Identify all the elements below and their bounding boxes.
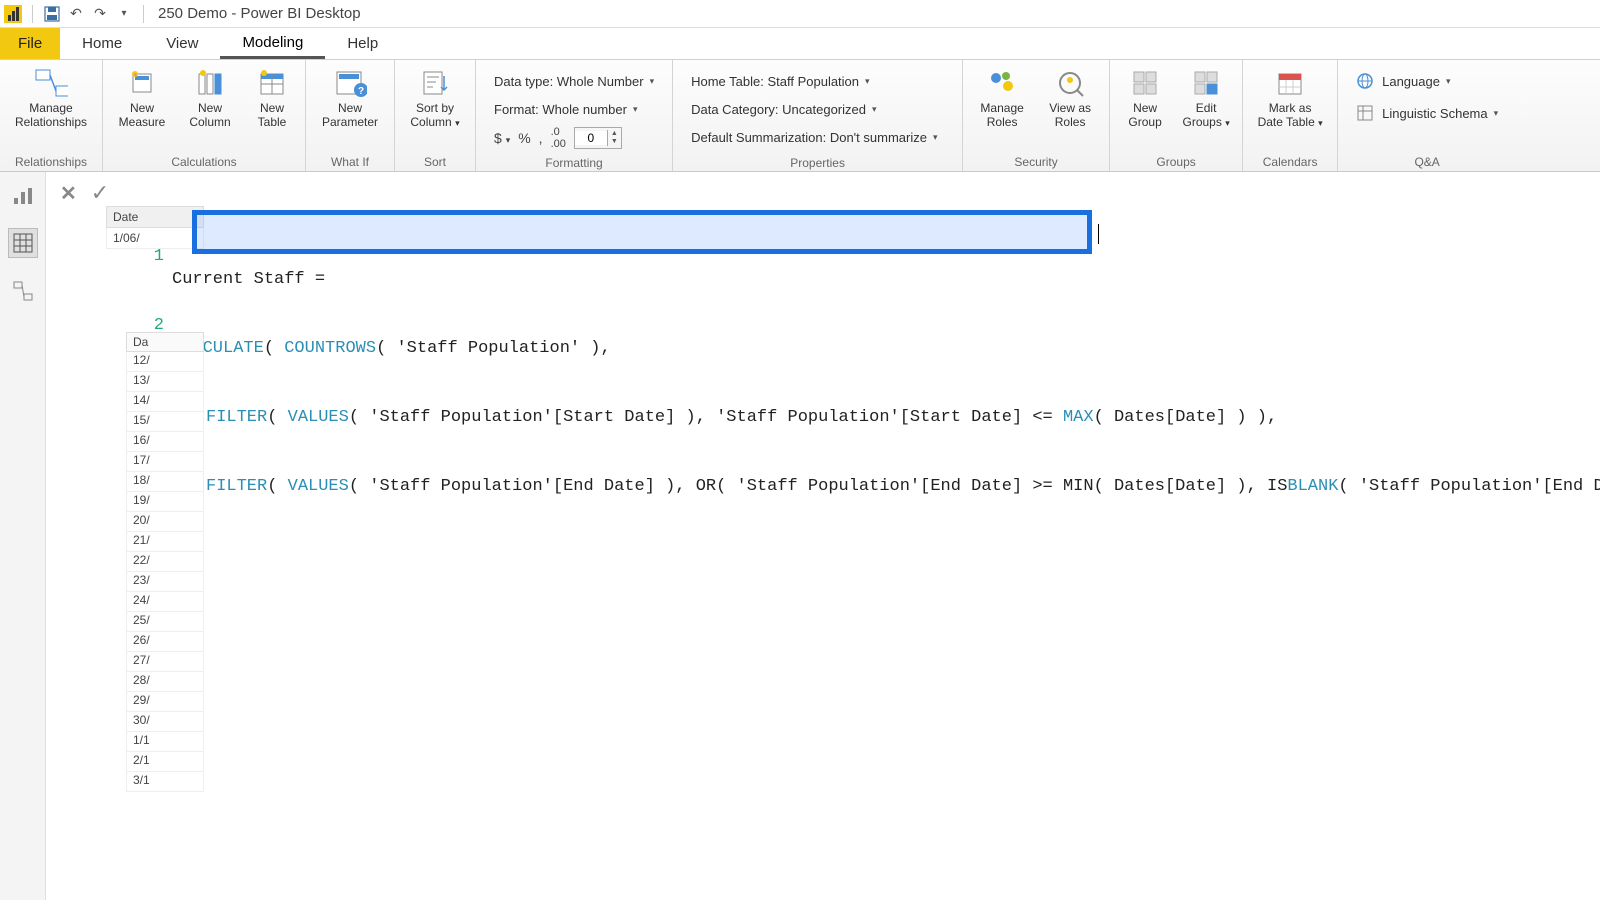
summarization-dropdown[interactable]: Default Summarization: Don't summarize▾ [691,124,944,150]
redo-icon[interactable]: ↷ [91,5,109,23]
table-row[interactable]: 1/1 [126,732,204,752]
new-group-button[interactable]: New Group [1118,64,1172,132]
calendars-group: Mark as Date Table ▾ Calendars [1243,60,1338,171]
manage-roles-button[interactable]: Manage Roles [971,64,1033,132]
new-parameter-button[interactable]: ? New Parameter [314,64,386,132]
decimal-places-stepper[interactable]: ▲▼ [574,127,622,149]
sort-by-column-button[interactable]: Sort by Column ▾ [403,64,467,132]
cancel-formula-icon[interactable]: ✕ [60,181,77,206]
view-switcher [0,172,46,900]
table-row[interactable]: 27/ [126,652,204,672]
home-tab[interactable]: Home [60,28,144,59]
table-row[interactable]: 22/ [126,552,204,572]
view-as-roles-button[interactable]: View as Roles [1039,64,1101,132]
table-row[interactable]: 30/ [126,712,204,732]
svg-text:✦: ✦ [133,72,138,79]
data-type-dropdown[interactable]: Data type: Whole Number▾ [494,68,654,94]
qat-dropdown-icon[interactable]: ▾ [115,5,133,23]
formatting-group: Data type: Whole Number▾ Format: Whole n… [476,60,673,171]
qa-group: Language▾ Linguistic Schema▾ Q&A [1338,60,1516,171]
menu-bar: File Home View Modeling Help [0,28,1600,60]
mark-date-table-button[interactable]: Mark as Date Table ▾ [1251,64,1329,132]
save-icon[interactable] [43,5,61,23]
table-row[interactable]: 18/ [126,472,204,492]
comma-format-button[interactable]: , [539,130,543,146]
dax-editor[interactable]: 1 Current Staff = 2 CALCULATE( COUNTROWS… [146,176,1590,590]
modeling-tab[interactable]: Modeling [220,28,325,59]
table-row[interactable]: 16/ [126,432,204,452]
security-group: Manage Roles View as Roles Security [963,60,1110,171]
edit-groups-button[interactable]: Edit Groups ▾ [1178,64,1234,132]
properties-group: Home Table: Staff Population▾ Data Categ… [673,60,963,171]
window-title: 250 Demo - Power BI Desktop [158,5,361,22]
app-icon [4,5,22,23]
calculations-group: ✦ New Measure New Column New Table Calcu… [103,60,306,171]
percent-format-button[interactable]: % [518,130,530,146]
table-row[interactable]: 20/ [126,512,204,532]
table-row[interactable]: 28/ [126,672,204,692]
table-row[interactable]: 12/ [126,352,204,372]
format-dropdown[interactable]: Format: Whole number▾ [494,96,654,122]
table-row[interactable]: 25/ [126,612,204,632]
data-view-icon[interactable] [8,228,38,258]
sort-group: Sort by Column ▾ Sort [395,60,476,171]
home-table-dropdown[interactable]: Home Table: Staff Population▾ [691,68,944,94]
help-tab[interactable]: Help [325,28,400,59]
text-cursor [1098,224,1099,244]
manage-relationships-button[interactable]: Manage Relationships [8,64,94,132]
title-bar: ↶ ↷ ▾ 250 Demo - Power BI Desktop [0,0,1600,28]
language-dropdown[interactable]: Language▾ [1356,68,1498,94]
table-row[interactable]: 21/ [126,532,204,552]
table-row[interactable]: 13/ [126,372,204,392]
table-row[interactable]: 2/1 [126,752,204,772]
table-row[interactable]: 17/ [126,452,204,472]
new-measure-button[interactable]: ✦ New Measure [111,64,173,132]
table-row[interactable]: 26/ [126,632,204,652]
new-table-button[interactable]: New Table [247,64,297,132]
file-tab[interactable]: File [0,28,60,59]
whatif-group: ? New Parameter What If [306,60,395,171]
relationships-group: Manage Relationships Relationships [0,60,103,171]
quick-access-toolbar: ↶ ↷ ▾ [37,5,139,23]
linguistic-schema-dropdown[interactable]: Linguistic Schema▾ [1356,100,1498,126]
table-row[interactable]: 23/ [126,572,204,592]
table-row[interactable]: 24/ [126,592,204,612]
commit-formula-icon[interactable]: ✓ [91,180,109,206]
new-column-button[interactable]: New Column [179,64,241,132]
table-row[interactable]: 29/ [126,692,204,712]
date-rows-peek: Da 12/13/14/15/16/17/18/19/20/21/22/23/2… [126,332,204,792]
svg-text:?: ? [358,86,364,97]
data-category-dropdown[interactable]: Data Category: Uncategorized▾ [691,96,944,122]
table-row[interactable]: 3/1 [126,772,204,792]
table-row[interactable]: 15/ [126,412,204,432]
table-row[interactable]: 14/ [126,392,204,412]
view-tab[interactable]: View [144,28,220,59]
table-row[interactable]: 19/ [126,492,204,512]
currency-format-button[interactable]: $ ▾ [494,130,510,146]
decimal-format-button[interactable]: .0.00 [551,126,566,150]
model-view-icon[interactable] [8,276,38,306]
undo-icon[interactable]: ↶ [67,5,85,23]
ribbon: Manage Relationships Relationships ✦ New… [0,60,1600,172]
groups-group: New Group Edit Groups ▾ Groups [1110,60,1243,171]
report-view-icon[interactable] [8,180,38,210]
